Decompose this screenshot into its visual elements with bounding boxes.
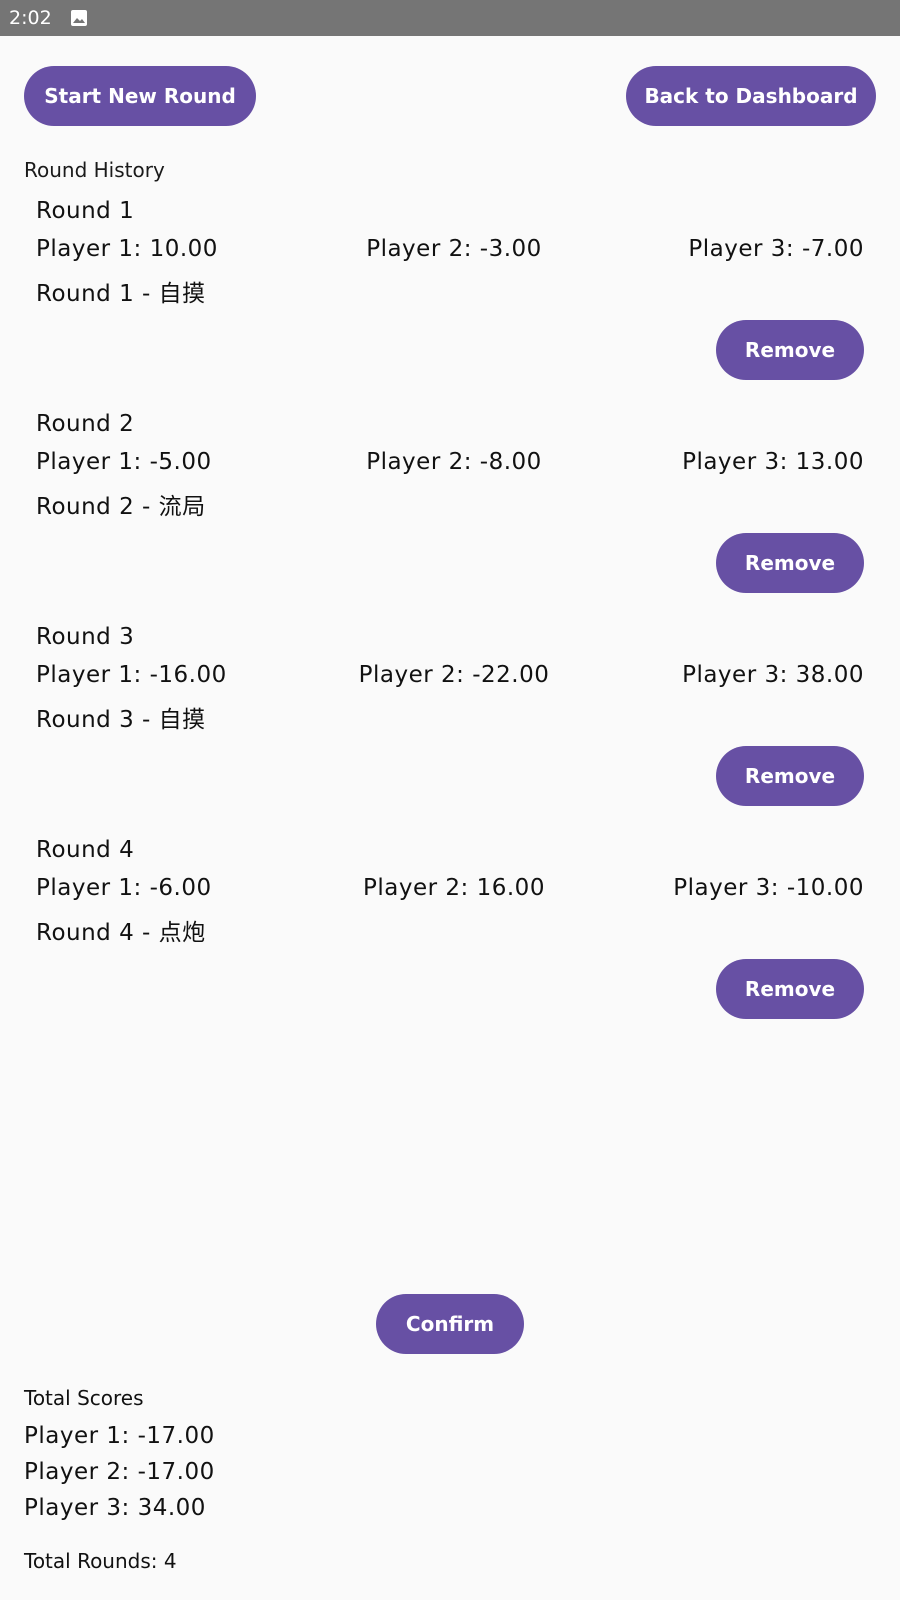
status-bar: 2:02 xyxy=(0,0,900,36)
total-scores: Total Scores Player 1: -17.00 Player 2: … xyxy=(24,1386,215,1526)
player-3-score: Player 3: -7.00 xyxy=(688,236,864,262)
round-item: Round 1 Player 1: 10.00 Player 2: -3.00 … xyxy=(0,198,900,411)
player-2-score: Player 2: -3.00 xyxy=(366,236,542,262)
total-rounds-label: Total Rounds: 4 xyxy=(24,1549,177,1573)
player-2-total: Player 2: -17.00 xyxy=(24,1459,215,1485)
image-icon xyxy=(70,9,88,27)
player-1-score: Player 1: -6.00 xyxy=(36,875,212,901)
back-to-dashboard-button[interactable]: Back to Dashboard xyxy=(626,66,876,126)
remove-round-button[interactable]: Remove xyxy=(716,533,864,593)
player-3-score: Player 3: -10.00 xyxy=(673,875,864,901)
round-history-label: Round History xyxy=(24,158,165,182)
remove-round-button[interactable]: Remove xyxy=(716,746,864,806)
remove-round-button[interactable]: Remove xyxy=(716,959,864,1019)
round-title: Round 2 xyxy=(36,411,135,437)
round-title: Round 4 xyxy=(36,837,135,863)
round-note: Round 1 - 自摸 xyxy=(36,281,206,307)
status-time: 2:02 xyxy=(9,7,52,29)
player-2-score: Player 2: 16.00 xyxy=(363,875,545,901)
player-1-score: Player 1: -5.00 xyxy=(36,449,212,475)
round-item: Round 4 Player 1: -6.00 Player 2: 16.00 … xyxy=(0,837,900,1050)
round-item: Round 2 Player 1: -5.00 Player 2: -8.00 … xyxy=(0,411,900,624)
confirm-button[interactable]: Confirm xyxy=(376,1294,524,1354)
player-3-total: Player 3: 34.00 xyxy=(24,1495,206,1521)
player-3-score: Player 3: 38.00 xyxy=(682,662,864,688)
round-note: Round 4 - 点炮 xyxy=(36,920,206,946)
remove-round-button[interactable]: Remove xyxy=(716,320,864,380)
round-title: Round 1 xyxy=(36,198,135,224)
player-1-total: Player 1: -17.00 xyxy=(24,1423,215,1449)
player-1-score: Player 1: 10.00 xyxy=(36,236,218,262)
player-1-score: Player 1: -16.00 xyxy=(36,662,227,688)
player-2-score: Player 2: -8.00 xyxy=(366,449,542,475)
player-2-score: Player 2: -22.00 xyxy=(358,662,550,688)
round-title: Round 3 xyxy=(36,624,135,650)
start-new-round-button[interactable]: Start New Round xyxy=(24,66,256,126)
total-scores-label: Total Scores xyxy=(24,1386,144,1410)
round-item: Round 3 Player 1: -16.00 Player 2: -22.0… xyxy=(0,624,900,837)
round-note: Round 2 - 流局 xyxy=(36,494,206,520)
player-3-score: Player 3: 13.00 xyxy=(682,449,864,475)
round-note: Round 3 - 自摸 xyxy=(36,707,206,733)
